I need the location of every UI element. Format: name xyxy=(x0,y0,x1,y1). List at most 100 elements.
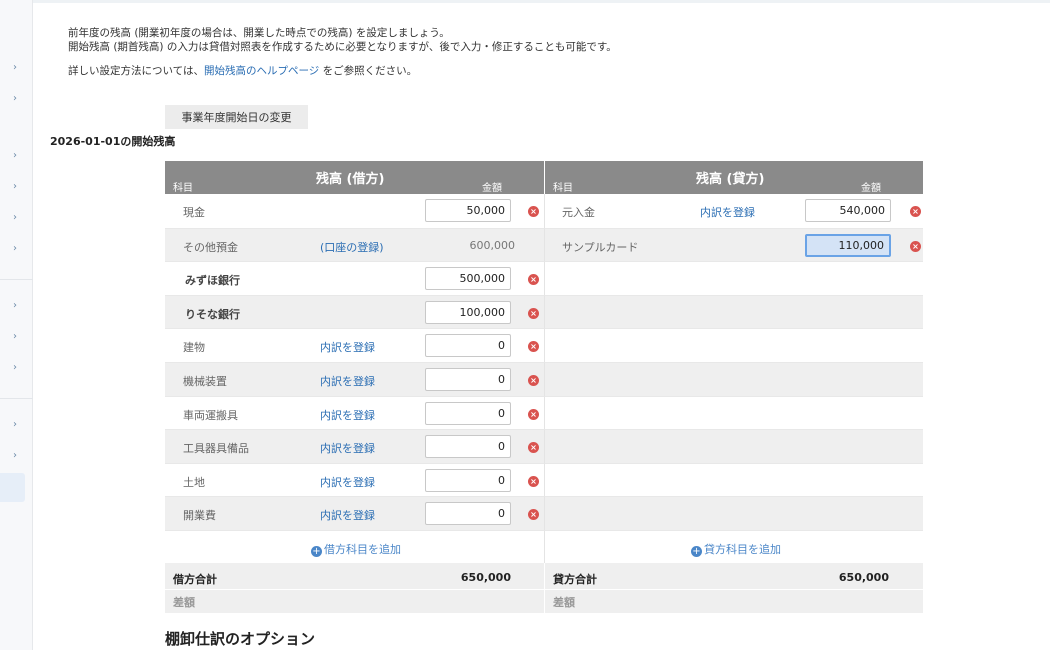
credit-cell: 元入金 内訳を登録 × xyxy=(544,194,923,228)
debit-amount-input[interactable] xyxy=(425,367,511,391)
help-page-link[interactable]: 開始残高のヘルプページ xyxy=(204,65,319,77)
delete-icon[interactable]: × xyxy=(910,240,921,252)
delete-icon[interactable]: × xyxy=(528,408,539,420)
debit-cell: その他預金 (口座の登録) 600,000 xyxy=(165,227,544,262)
chevron-right-icon[interactable]: › xyxy=(13,243,17,254)
chevron-right-icon[interactable]: › xyxy=(13,212,17,223)
chevron-right-icon[interactable]: › xyxy=(13,150,17,161)
credit-register-link[interactable]: 内訳を登録 xyxy=(700,204,755,220)
debit-total-cell: 借方合計 650,000 xyxy=(165,563,544,589)
delete-icon[interactable]: × xyxy=(528,274,539,286)
debit-total-value: 650,000 xyxy=(460,570,511,584)
debit-diff-cell: 差額 xyxy=(165,590,544,613)
help-prefix: 詳しい設定方法については、 xyxy=(68,65,204,77)
delete-icon[interactable]: × xyxy=(528,307,539,319)
add-row: + 借方科目を追加 + 貸方科目を追加 xyxy=(165,529,923,563)
add-credit-account-link[interactable]: + 貸方科目を追加 xyxy=(691,541,781,557)
debit-cell: 土地 内訳を登録 × xyxy=(165,462,544,497)
debit-amount-value: 600,000 xyxy=(469,238,516,252)
debit-cell: 工具器具備品 内訳を登録 × xyxy=(165,429,544,463)
debit-account-name: 機械装置 xyxy=(183,374,227,388)
debit-amount-input[interactable] xyxy=(425,468,511,492)
debit-add-cell: + 借方科目を追加 xyxy=(165,529,544,563)
table-row: 工具器具備品 内訳を登録 × xyxy=(165,429,923,463)
delete-icon[interactable]: × xyxy=(528,475,539,487)
chevron-right-icon[interactable]: › xyxy=(13,362,17,373)
debit-register-link[interactable]: 内訳を登録 xyxy=(320,339,375,355)
debit-register-link[interactable]: 内訳を登録 xyxy=(320,474,375,490)
debit-amount-input[interactable] xyxy=(425,199,511,222)
debit-account-name: りそな銀行 xyxy=(185,307,240,321)
total-row: 借方合計 650,000 貸方合計 650,000 xyxy=(165,562,923,589)
table-row: 開業費 内訳を登録 × xyxy=(165,496,923,530)
credit-col-amount: 金額 xyxy=(861,183,881,194)
debit-cell: 現金 × xyxy=(165,194,544,228)
table-row: 建物 内訳を登録 × xyxy=(165,328,923,362)
debit-cell: りそな銀行 × xyxy=(165,294,544,329)
debit-register-link[interactable]: (口座の登録) xyxy=(320,239,384,255)
chevron-right-icon[interactable]: › xyxy=(13,93,17,104)
debit-amount-input[interactable] xyxy=(425,401,511,425)
inventory-options-title: 棚卸仕訳のオプション xyxy=(165,630,316,648)
chevron-right-icon[interactable]: › xyxy=(13,181,17,192)
delete-icon[interactable]: × xyxy=(528,206,539,217)
debit-register-link[interactable]: 内訳を登録 xyxy=(320,440,375,456)
credit-cell xyxy=(544,429,923,463)
chevron-right-icon[interactable]: › xyxy=(13,62,17,73)
credit-cell: サンプルカード × xyxy=(544,227,923,262)
credit-amount-input[interactable] xyxy=(805,233,891,257)
chevron-right-icon[interactable]: › xyxy=(13,331,17,342)
add-debit-account-link[interactable]: + 借方科目を追加 xyxy=(311,541,401,557)
delete-icon[interactable]: × xyxy=(528,374,539,386)
help-suffix: をご参照ください。 xyxy=(322,65,418,77)
opening-balance-table: 科目 残高 (借方) 金額 科目 残高 (貸方) 金額 現金×元入金内訳を登録×… xyxy=(165,161,923,613)
debit-cell: 機械装置 内訳を登録 × xyxy=(165,361,544,396)
debit-amount-input[interactable] xyxy=(425,435,511,459)
top-bar xyxy=(0,0,1050,3)
delete-icon[interactable]: × xyxy=(528,509,539,521)
plus-circle-icon: + xyxy=(311,545,322,557)
debit-cell: 車両運搬具 内訳を登録 × xyxy=(165,395,544,430)
debit-account-name: 建物 xyxy=(183,341,205,355)
credit-amount-input[interactable] xyxy=(805,199,891,222)
table-row: 車両運搬具 内訳を登録 × xyxy=(165,395,923,430)
debit-account-name: 土地 xyxy=(183,475,205,489)
debit-col-account: 科目 xyxy=(173,183,193,194)
credit-cell xyxy=(544,261,923,295)
debit-amount-input[interactable] xyxy=(425,267,511,291)
chevron-right-icon[interactable]: › xyxy=(13,300,17,311)
page-root: { "intro": { "line1": "前年度の残高 (開業初年度の場合は… xyxy=(0,0,1050,650)
credit-col-account: 科目 xyxy=(553,183,573,194)
delete-icon[interactable]: × xyxy=(910,206,921,217)
table-header: 科目 残高 (借方) 金額 科目 残高 (貸方) 金額 xyxy=(165,161,923,194)
difference-row: 差額 差額 xyxy=(165,588,923,613)
debit-amount-input[interactable] xyxy=(425,334,511,358)
credit-header: 科目 残高 (貸方) 金額 xyxy=(544,161,923,194)
chevron-right-icon[interactable]: › xyxy=(13,450,17,461)
debit-register-link[interactable]: 内訳を登録 xyxy=(320,407,375,423)
debit-account-name: 車両運搬具 xyxy=(183,408,238,422)
delete-icon[interactable]: × xyxy=(528,341,539,353)
sidebar-active-item[interactable] xyxy=(0,473,25,502)
chevron-right-icon[interactable]: › xyxy=(13,419,17,430)
credit-cell xyxy=(544,462,923,497)
debit-header: 科目 残高 (借方) 金額 xyxy=(165,161,544,194)
debit-register-link[interactable]: 内訳を登録 xyxy=(320,507,375,523)
debit-diff-label: 差額 xyxy=(173,595,195,609)
sidebar-divider xyxy=(0,279,33,280)
credit-total-cell: 貸方合計 650,000 xyxy=(544,562,923,589)
intro-line-2: 開始残高 (期首残高) の入力は貸借対照表を作成するために必要となりますが、後で… xyxy=(68,41,617,53)
change-fiscal-start-button[interactable]: 事業年度開始日の変更 xyxy=(165,105,308,129)
delete-icon[interactable]: × xyxy=(528,442,539,454)
debit-register-link[interactable]: 内訳を登録 xyxy=(320,373,375,389)
intro-help-line: 詳しい設定方法については、開始残高のヘルプページ をご参照ください。 xyxy=(68,63,417,78)
add-debit-label: 借方科目を追加 xyxy=(324,542,401,556)
table-row: 機械装置 内訳を登録 × xyxy=(165,361,923,396)
debit-amount-input[interactable] xyxy=(425,300,511,324)
credit-add-cell: + 貸方科目を追加 xyxy=(544,529,923,563)
table-row: その他預金 (口座の登録) 600,000 サンプルカード × xyxy=(165,227,923,262)
table-row: みずほ銀行 × xyxy=(165,261,923,295)
credit-account-name: 元入金 xyxy=(562,206,595,219)
credit-diff-label: 差額 xyxy=(553,595,575,609)
debit-amount-input[interactable] xyxy=(425,502,511,526)
